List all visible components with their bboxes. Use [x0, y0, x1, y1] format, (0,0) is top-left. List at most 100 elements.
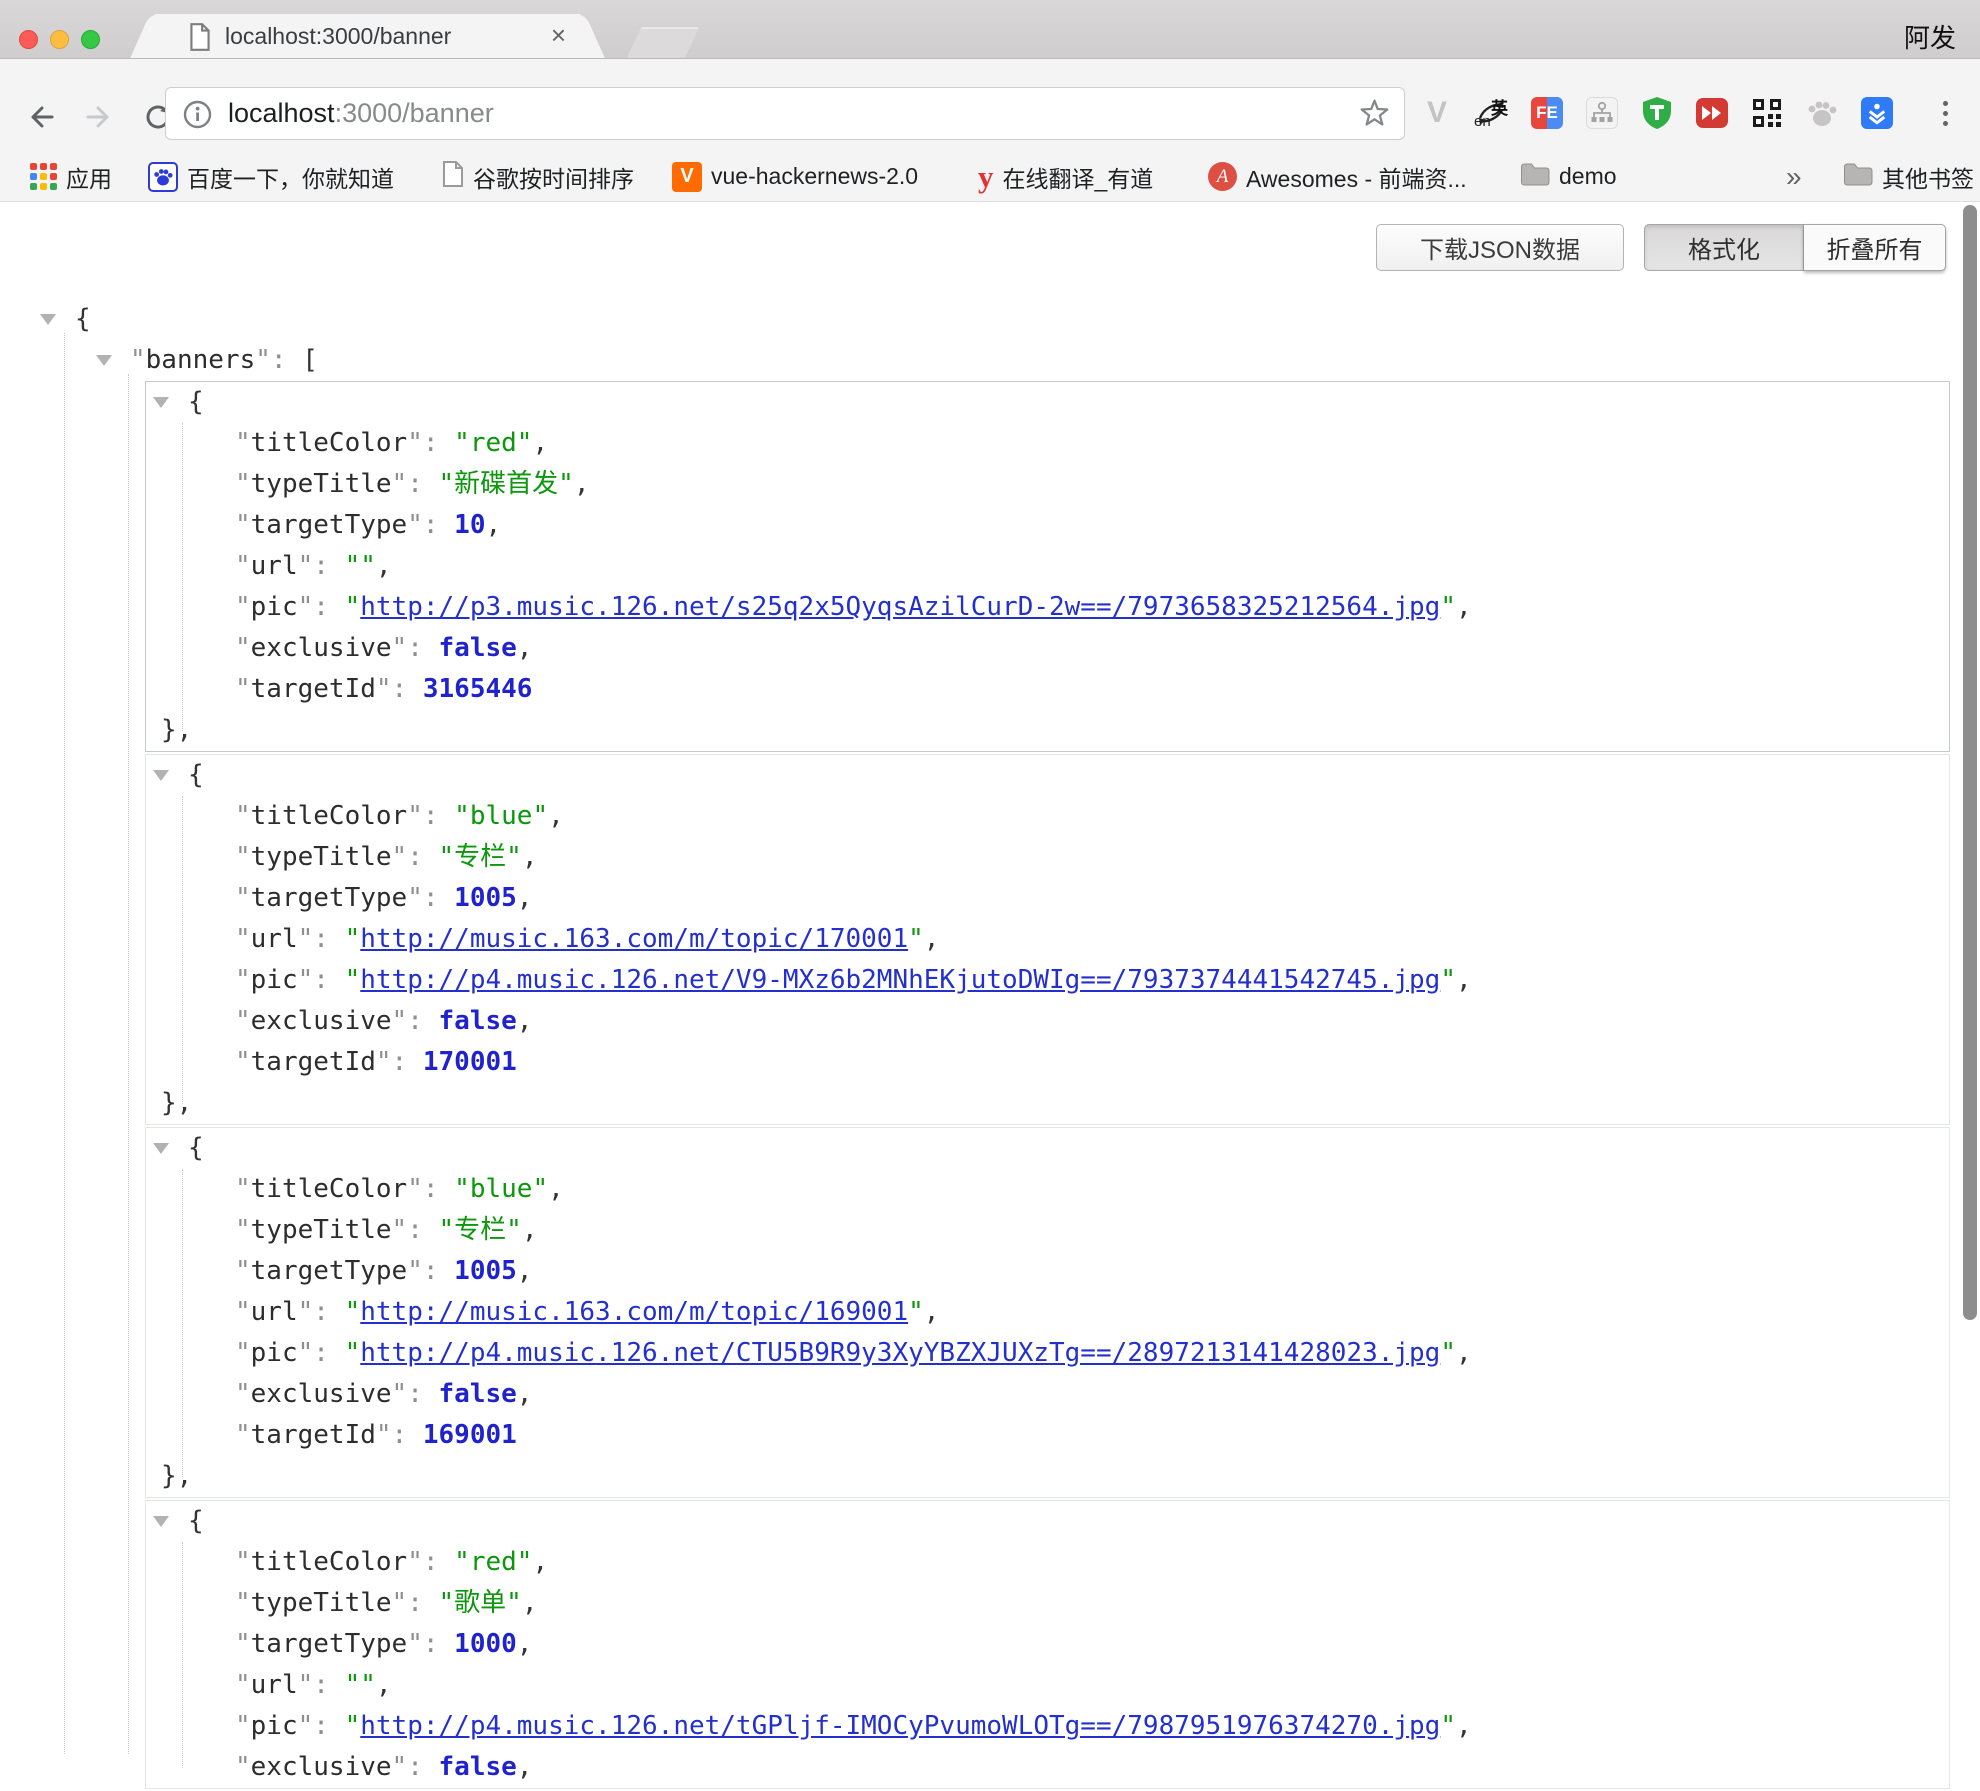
json-key: typeTitle — [251, 842, 392, 872]
bookmark-vue-hackernews[interactable]: V vue-hackernews-2.0 — [672, 152, 918, 201]
json-key: exclusive — [251, 1006, 392, 1036]
bookmark-star-icon[interactable] — [1359, 98, 1390, 134]
json-key: typeTitle — [251, 1588, 392, 1618]
json-property-line: "typeTitle": "专栏", — [146, 1210, 1949, 1251]
translate-icon[interactable]: en英 — [1474, 96, 1508, 130]
json-string-value: "blue" — [454, 1174, 548, 1204]
url-text[interactable]: localhost:3000/banner — [228, 98, 494, 129]
json-property-line: "typeTitle": "专栏", — [146, 837, 1949, 878]
format-button[interactable]: 格式化 — [1644, 224, 1804, 271]
json-link[interactable]: http://music.163.com/m/topic/169001 — [360, 1297, 908, 1327]
bookmarks-bar: 应用 百度一下，你就知道 谷歌按时间排序 V vue-hackernews-2.… — [0, 152, 1980, 202]
browser-tab[interactable]: localhost:3000/banner × — [155, 14, 580, 58]
json-property-line: "titleColor": "red", — [146, 1542, 1949, 1583]
json-key: typeTitle — [251, 1215, 392, 1245]
json-link[interactable]: http://p3.music.126.net/s25q2x5QyqsAzilC… — [360, 592, 1440, 622]
json-key: pic — [251, 1711, 298, 1741]
json-key: targetId — [251, 1047, 376, 1077]
json-property-line: "targetType": 10, — [146, 505, 1949, 546]
json-property-line: "typeTitle": "新碟首发", — [146, 464, 1949, 505]
info-icon[interactable] — [182, 99, 213, 135]
bookmark-youdao[interactable]: y 在线翻译_有道 — [978, 152, 1153, 201]
sitemap-icon[interactable] — [1585, 96, 1619, 130]
download-json-button[interactable]: 下载JSON数据 — [1376, 224, 1624, 271]
json-key: targetType — [251, 510, 408, 540]
json-property-line: "exclusive": false, — [146, 1374, 1949, 1415]
json-link[interactable]: http://p4.music.126.net/V9-MXz6b2MNhEKju… — [360, 965, 1440, 995]
json-key: exclusive — [251, 1752, 392, 1782]
collapse-toggle-icon[interactable] — [153, 770, 169, 781]
back-icon[interactable] — [22, 99, 58, 140]
collapse-toggle-icon[interactable] — [40, 314, 56, 325]
tab-close-icon[interactable]: × — [551, 20, 566, 51]
json-item-open-line: { — [146, 1501, 1949, 1542]
fe-helper-icon[interactable]: FE — [1530, 96, 1564, 130]
bookmark-awesomes[interactable]: A Awesomes - 前端资... — [1208, 152, 1467, 201]
bookmark-folder-demo[interactable]: demo — [1520, 152, 1617, 201]
bookmarks-overflow-chevron[interactable]: » — [1786, 152, 1802, 201]
profile-name: 阿发 — [1904, 18, 1956, 55]
json-property-line: "targetId": 170001 — [146, 1042, 1949, 1083]
folder-icon — [1520, 162, 1550, 192]
forward-icon[interactable] — [82, 99, 118, 140]
json-key: exclusive — [251, 1379, 392, 1409]
json-link[interactable]: http://p4.music.126.net/tGPljf-IMOCyPvum… — [360, 1711, 1440, 1741]
json-link[interactable]: http://music.163.com/m/topic/170001 — [360, 924, 908, 954]
json-key: pic — [251, 592, 298, 622]
browser-toolbar: localhost:3000/banner V en英 FE — [0, 58, 1980, 152]
collapse-toggle-icon[interactable] — [153, 1516, 169, 1527]
json-property-line: "targetId": 3165446 — [146, 669, 1949, 710]
qr-code-icon[interactable] — [1750, 96, 1784, 130]
json-array-items: {"titleColor": "red","typeTitle": "新碟首发"… — [0, 381, 1980, 1789]
json-banners-line: "banners": [ — [0, 340, 1980, 381]
paw-icon[interactable] — [1805, 96, 1839, 130]
awesomes-icon: A — [1208, 162, 1237, 191]
json-key: titleColor — [251, 1174, 408, 1204]
json-number-value: 1005 — [454, 1256, 517, 1286]
json-key: titleColor — [251, 1547, 408, 1577]
json-property-line: "exclusive": false, — [146, 1001, 1949, 1042]
json-bool-value: false — [439, 1006, 517, 1036]
json-bool-value: false — [439, 1379, 517, 1409]
json-property-line: "titleColor": "blue", — [146, 1169, 1949, 1210]
url-host: localhost — [228, 98, 335, 128]
bookmark-apps[interactable]: 应用 — [30, 152, 112, 201]
bookmark-baidu[interactable]: 百度一下，你就知道 — [148, 152, 394, 201]
title-bar: localhost:3000/banner × 阿发 — [0, 0, 1980, 58]
json-link[interactable]: http://p4.music.126.net/CTU5B9R9y3XyYBZX… — [360, 1338, 1440, 1368]
collapse-toggle-icon[interactable] — [153, 397, 169, 408]
json-key: targetType — [251, 1256, 408, 1286]
json-key: url — [251, 551, 298, 581]
close-window-button[interactable] — [19, 30, 38, 49]
bookmark-google-sort[interactable]: 谷歌按时间排序 — [442, 152, 634, 201]
new-tab-button[interactable] — [627, 27, 699, 58]
open-brace: { — [188, 387, 204, 417]
view-mode-segmented-control: 格式化 折叠所有 — [1644, 224, 1946, 271]
video-speed-icon[interactable] — [1695, 96, 1729, 130]
minimize-window-button[interactable] — [50, 30, 69, 49]
vue-devtools-icon[interactable]: V — [1420, 96, 1454, 130]
collapse-toggle-icon[interactable] — [96, 355, 112, 366]
json-property-line: "targetType": 1000, — [146, 1624, 1949, 1665]
browser-menu-icon[interactable] — [1928, 96, 1962, 130]
json-property-line: "pic": "http://p3.music.126.net/s25q2x5Q… — [146, 587, 1949, 628]
tampermonkey-icon[interactable] — [1640, 96, 1674, 130]
json-item-open-line: { — [146, 1128, 1949, 1169]
json-string-value: "歌单" — [439, 1588, 522, 1618]
json-item-open-line: { — [146, 382, 1949, 423]
collapse-all-button[interactable]: 折叠所有 — [1804, 224, 1946, 271]
json-key: url — [251, 1670, 298, 1700]
json-number-value: 170001 — [423, 1047, 517, 1077]
collapse-toggle-icon[interactable] — [153, 1143, 169, 1154]
json-string-value: "blue" — [454, 801, 548, 831]
vertical-scrollbar[interactable] — [1963, 205, 1977, 1320]
json-number-value: 1005 — [454, 883, 517, 913]
json-property-line: "url": "http://music.163.com/m/topic/170… — [146, 919, 1949, 960]
json-string-value: "" — [345, 551, 376, 581]
reader-icon[interactable] — [1860, 96, 1894, 130]
json-root-line: { — [0, 299, 1980, 340]
address-bar[interactable]: localhost:3000/banner — [165, 87, 1405, 140]
zoom-window-button[interactable] — [81, 30, 100, 49]
json-array-item: {"titleColor": "blue","typeTitle": "专栏",… — [145, 1127, 1950, 1498]
bookmark-folder-others[interactable]: 其他书签 — [1843, 152, 1974, 201]
